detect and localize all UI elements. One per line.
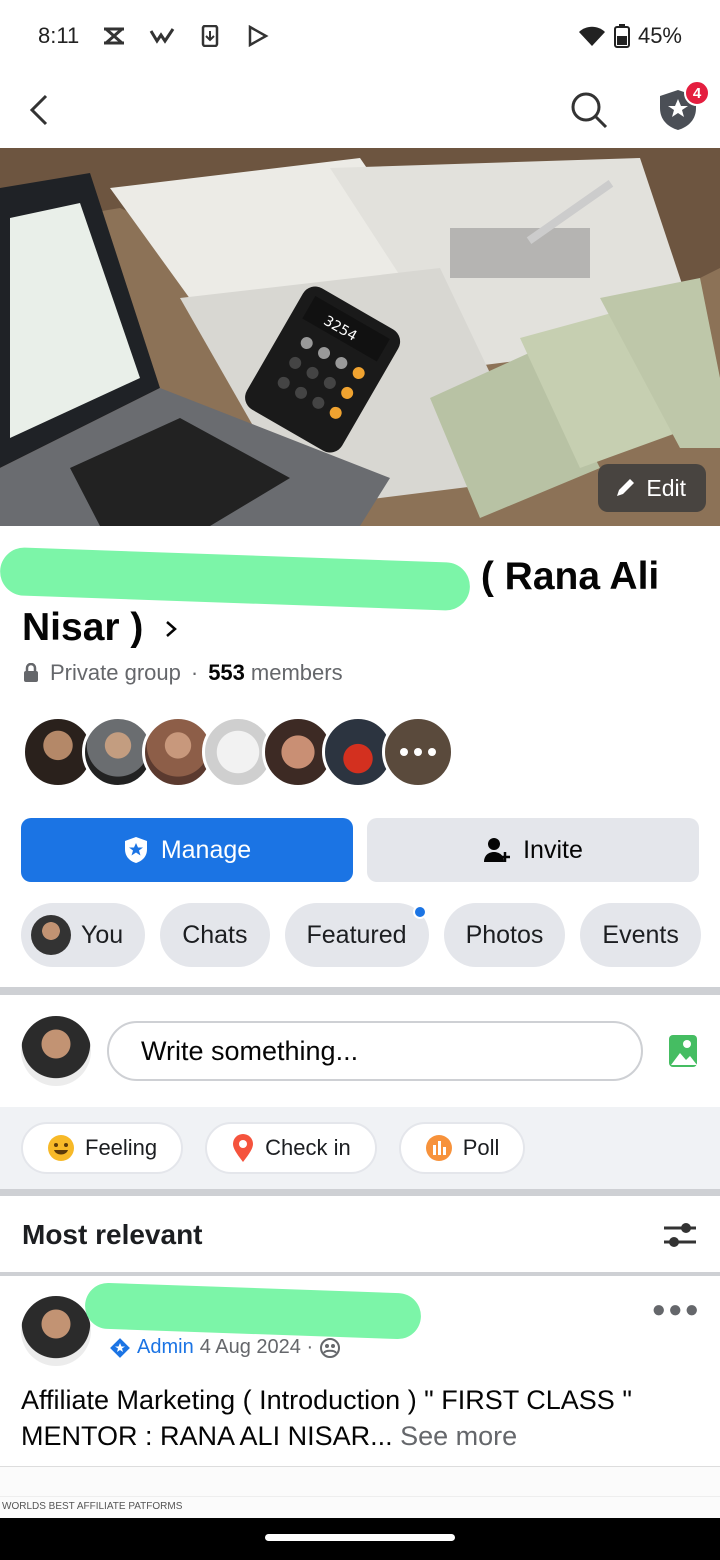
invite-label: Invite [523, 835, 583, 864]
more-dots-icon [400, 748, 436, 756]
group-title-line2: Nisar ) [22, 605, 144, 649]
group-meta: Private group · 553 members [22, 660, 343, 686]
avatar[interactable] [21, 1296, 91, 1366]
redaction-scribble [0, 546, 471, 611]
invite-button[interactable]: Invite [367, 818, 699, 882]
post-date[interactable]: 4 Aug 2024 · [200, 1336, 313, 1359]
poll-label: Poll [462, 1135, 500, 1160]
feeling-label: Feeling [85, 1135, 158, 1160]
notification-badge: 4 [684, 80, 710, 106]
poll-icon [425, 1135, 452, 1161]
play-store-icon [248, 25, 269, 47]
post-meta: Admin 4 Aug 2024 · [109, 1336, 341, 1359]
feed-sort-row: Most relevant [0, 1196, 720, 1274]
avatar[interactable] [21, 1016, 91, 1086]
edit-cover-button[interactable]: Edit [598, 464, 706, 512]
system-nav-bar [0, 1518, 720, 1560]
capcut-icon [104, 27, 125, 45]
section-divider [0, 987, 720, 995]
add-person-icon [484, 838, 511, 862]
tab-label: Events [602, 920, 679, 949]
admin-star-icon [110, 1337, 130, 1358]
avatar [31, 915, 71, 955]
photo-icon[interactable] [667, 1033, 699, 1069]
write-something-input[interactable]: Write something... [107, 1021, 643, 1081]
home-indicator[interactable] [265, 1534, 455, 1541]
cover-photo[interactable]: 3254 Edit [0, 148, 720, 526]
check-in-label: Check in [265, 1135, 351, 1160]
back-arrow-icon[interactable] [20, 90, 60, 130]
admin-badge: Admin [109, 1336, 194, 1359]
edit-cover-label: Edit [646, 474, 686, 501]
app-notification-icon [149, 28, 175, 44]
lock-icon [24, 663, 38, 682]
clock: 8:11 [38, 23, 80, 48]
post-header: Admin 4 Aug 2024 · ●●● [21, 1282, 702, 1368]
member-avatars[interactable] [22, 716, 454, 788]
location-pin-icon [233, 1134, 254, 1162]
admin-label: Admin [137, 1336, 194, 1358]
top-nav: 4 [0, 72, 720, 148]
check-in-button[interactable]: Check in [205, 1122, 377, 1174]
sort-label[interactable]: Most relevant [22, 1219, 203, 1251]
filter-sliders-icon[interactable] [662, 1220, 698, 1250]
members-label: members [250, 660, 343, 685]
tab-label: Chats [182, 920, 248, 949]
battery-icon [613, 24, 630, 48]
feeling-button[interactable]: Feeling [21, 1122, 184, 1174]
new-indicator-dot [412, 905, 427, 919]
tab-featured[interactable]: Featured [284, 903, 429, 967]
attachment-caption: WORLDS BEST AFFILIATE PATFORMS [2, 1501, 183, 1512]
chevron-right-icon [166, 621, 178, 638]
post-composer: Write something... [0, 995, 720, 1107]
tab-photos[interactable]: Photos [443, 903, 566, 967]
group-tabs: You Chats Featured Photos Events [21, 903, 701, 967]
write-something-placeholder: Write something... [141, 1035, 359, 1066]
tab-label: Photos [465, 920, 544, 949]
shield-star-icon [124, 837, 147, 863]
status-bar: 8:11 45% [0, 0, 720, 72]
tab-label: You [81, 920, 124, 949]
see-more-link[interactable]: See more [400, 1421, 517, 1451]
poll-button[interactable]: Poll [398, 1122, 526, 1174]
wifi-icon [578, 26, 605, 46]
section-divider [0, 1272, 720, 1276]
member-count: 553 [208, 660, 245, 685]
admin-tools-button[interactable]: 4 [656, 80, 710, 132]
group-title[interactable]: ( Rana Ali Nisar ) [0, 546, 702, 653]
manage-button[interactable]: Manage [21, 818, 353, 882]
tab-label: Featured [306, 920, 407, 949]
manage-label: Manage [160, 835, 252, 864]
group-title-tail: ( Rana Ali [480, 555, 660, 598]
tab-you[interactable]: You [21, 903, 146, 967]
tab-events[interactable]: Events [580, 903, 701, 967]
search-icon[interactable] [570, 91, 608, 129]
post-text[interactable]: Affiliate Marketing ( Introduction ) " F… [21, 1382, 701, 1454]
group-actions: Manage Invite [21, 818, 699, 882]
privacy-label: Private group [50, 660, 181, 685]
tab-chats[interactable]: Chats [160, 903, 270, 967]
more-members-avatar [382, 716, 454, 788]
download-icon [201, 25, 219, 47]
group-audience-icon [320, 1337, 341, 1358]
composer-actions: Feeling Check in Poll [0, 1107, 720, 1189]
meta-separator: · [190, 660, 199, 685]
post-attachment-image[interactable]: WORLDS BEST AFFILIATE PATFORMS [0, 1466, 720, 1518]
pencil-icon [617, 479, 635, 496]
post-body: Affiliate Marketing ( Introduction ) " F… [21, 1385, 632, 1451]
section-divider [0, 1189, 720, 1196]
battery-level: 45% [637, 23, 682, 48]
redaction-scribble [84, 1282, 422, 1340]
smiley-icon [48, 1135, 74, 1161]
post-options-icon[interactable]: ●●● [652, 1296, 702, 1324]
